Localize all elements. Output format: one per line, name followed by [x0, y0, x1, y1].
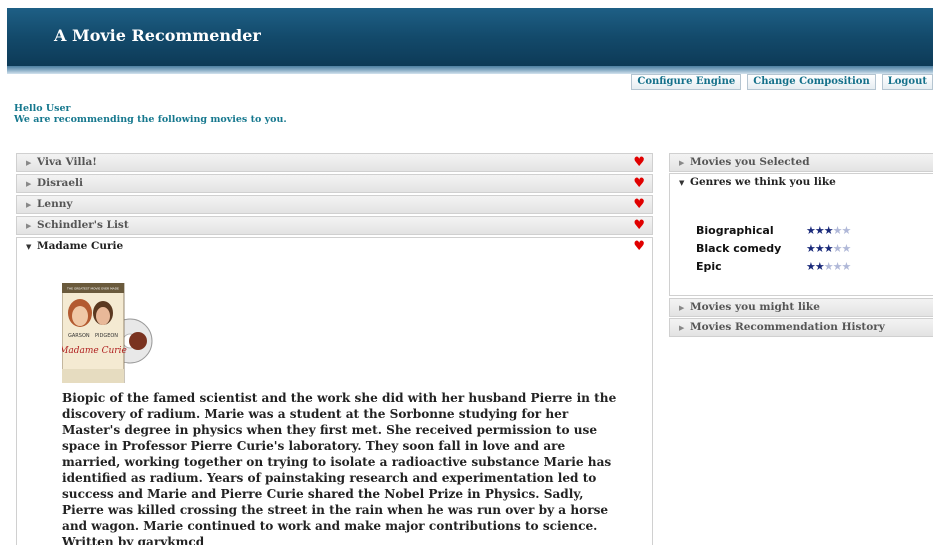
genre-name: Black comedy: [696, 242, 782, 255]
movie-title: Disraeli: [37, 177, 83, 189]
movie-title: Viva Villa!: [37, 156, 97, 168]
movie-poster: THE GREATEST MOVIE EVER MADE GARSON PIDG…: [62, 283, 153, 383]
star-icon: ★: [832, 260, 843, 273]
genre-row: Biographical ★★★★★: [696, 224, 896, 242]
configure-engine-button[interactable]: Configure Engine: [631, 74, 742, 90]
poster-film-title: Madame Curie: [62, 346, 127, 356]
poster-actor-1: GARSON: [68, 333, 90, 339]
genre-row: Epic ★★★★★: [696, 260, 896, 278]
triangle-right-icon: ▶: [26, 158, 32, 167]
triangle-right-icon: ▶: [26, 221, 32, 230]
heart-icon[interactable]: ♥: [633, 238, 645, 255]
movie-item-disraeli[interactable]: ▶ Disraeli ♥: [16, 174, 653, 193]
panel-recommendation-history[interactable]: ▶ Movies Recommendation History: [669, 318, 933, 337]
poster-top-text: THE GREATEST MOVIE EVER MADE: [66, 287, 119, 291]
profile-accordion: ▶ Movies you Selected ▼ Genres we think …: [669, 153, 933, 338]
heart-icon[interactable]: ♥: [633, 196, 645, 213]
star-icon: ★: [823, 242, 834, 255]
genre-name: Epic: [696, 260, 722, 273]
triangle-down-icon: ▼: [26, 242, 32, 251]
poster-actor-2: PIDGEON: [95, 333, 118, 339]
genre-row: Black comedy ★★★★★: [696, 242, 896, 260]
star-icon: ★: [823, 260, 834, 273]
movie-details-panel: THE GREATEST MOVIE EVER MADE GARSON PIDG…: [16, 256, 653, 545]
header-strip: [7, 66, 933, 74]
star-rating: ★★★★★: [806, 260, 852, 273]
movie-item-schindlers-list[interactable]: ▶ Schindler's List ♥: [16, 216, 653, 235]
triangle-right-icon: ▶: [26, 200, 32, 209]
star-icon: ★: [841, 260, 852, 273]
star-icon: ★: [814, 242, 825, 255]
star-rating: ★★★★★: [806, 242, 852, 255]
movie-title: Lenny: [37, 198, 73, 210]
panel-movies-selected[interactable]: ▶ Movies you Selected: [669, 153, 933, 172]
star-icon: ★: [806, 260, 816, 273]
greeting: Hello User We are recommending the follo…: [14, 103, 287, 125]
star-icon: ★: [814, 224, 825, 237]
movie-item-madame-curie[interactable]: ▼ Madame Curie ♥: [16, 237, 653, 256]
heart-icon[interactable]: ♥: [633, 175, 645, 192]
star-rating: ★★★★★: [806, 224, 852, 237]
star-icon: ★: [832, 242, 843, 255]
movie-title: Madame Curie: [37, 240, 124, 252]
star-icon: ★: [814, 260, 825, 273]
top-nav: Configure Engine Change Composition Logo…: [631, 74, 933, 90]
panel-label: Movies Recommendation History: [690, 321, 885, 333]
change-composition-button[interactable]: Change Composition: [747, 74, 876, 90]
app-header: A Movie Recommender: [7, 8, 933, 66]
recommendations-accordion: ▶ Viva Villa! ♥ ▶ Disraeli ♥ ▶ Lenny ♥ ▶…: [16, 153, 653, 545]
triangle-right-icon: ▶: [26, 179, 32, 188]
triangle-right-icon: ▶: [679, 303, 685, 312]
movie-description: Biopic of the famed scientist and the wo…: [62, 391, 617, 545]
triangle-right-icon: ▶: [679, 323, 685, 332]
greeting-message: We are recommending the following movies…: [14, 114, 287, 125]
star-icon: ★: [823, 224, 834, 237]
genre-name: Biographical: [696, 224, 774, 237]
panel-label: Movies you might like: [690, 301, 820, 313]
star-icon: ★: [841, 224, 852, 237]
panel-label: Genres we think you like: [690, 176, 836, 188]
panel-movies-might-like[interactable]: ▶ Movies you might like: [669, 298, 933, 317]
movie-title: Schindler's List: [37, 219, 129, 231]
star-icon: ★: [832, 224, 843, 237]
app-title: A Movie Recommender: [54, 26, 261, 45]
movie-item-lenny[interactable]: ▶ Lenny ♥: [16, 195, 653, 214]
logout-button[interactable]: Logout: [881, 74, 933, 90]
panel-genres[interactable]: ▼ Genres we think you like: [669, 173, 933, 192]
star-icon: ★: [841, 242, 852, 255]
triangle-down-icon: ▼: [679, 178, 685, 187]
panel-label: Movies you Selected: [690, 156, 810, 168]
triangle-right-icon: ▶: [679, 158, 685, 167]
movie-item-viva-villa[interactable]: ▶ Viva Villa! ♥: [16, 153, 653, 172]
genres-panel: Biographical ★★★★★ Black comedy ★★★★★ Ep…: [669, 192, 933, 296]
heart-icon[interactable]: ♥: [633, 217, 645, 234]
greeting-hello: Hello User: [14, 103, 71, 114]
star-icon: ★: [806, 242, 816, 255]
heart-icon[interactable]: ♥: [633, 154, 645, 171]
star-icon: ★: [806, 224, 816, 237]
